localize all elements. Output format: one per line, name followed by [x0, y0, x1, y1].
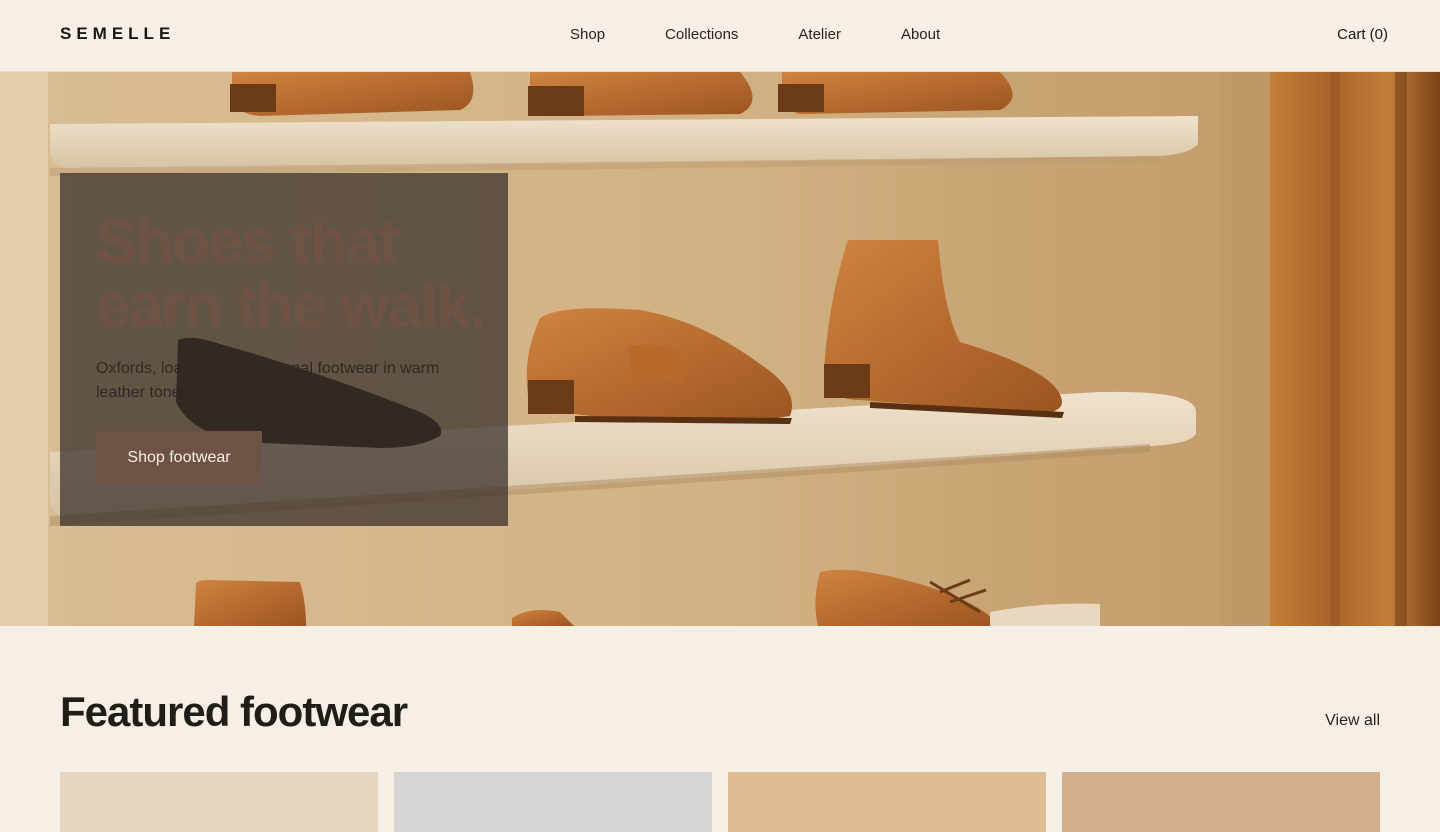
hero-section: Shoes that earn the walk. Oxfords, loafe…: [0, 72, 1440, 626]
hero-title: Shoes that earn the walk.: [96, 211, 496, 339]
brand-logo[interactable]: SEMELLE: [60, 24, 175, 44]
nav-link-atelier[interactable]: Atelier: [798, 26, 841, 43]
nav-link-collections[interactable]: Collections: [665, 26, 738, 43]
nav-link-about[interactable]: About: [901, 26, 940, 43]
featured-section-title: Featured footwear: [60, 688, 408, 735]
product-card-2-image[interactable]: [394, 772, 712, 832]
product-card-3-image[interactable]: [728, 772, 1046, 832]
cart-link[interactable]: Cart (0): [1337, 26, 1388, 43]
nav-link-shop[interactable]: Shop: [570, 26, 605, 43]
hero-text-panel: Shoes that earn the walk. Oxfords, loafe…: [60, 173, 508, 526]
main-nav: Shop Collections Atelier About: [570, 26, 940, 43]
hero-subtitle: Oxfords, loafers, and seasonal footwear …: [96, 360, 440, 401]
hero-title-line-1: Shoes that: [96, 208, 399, 277]
featured-product-grid: [60, 772, 1380, 832]
view-all-link[interactable]: View all: [1325, 712, 1380, 730]
product-card-1-image[interactable]: [60, 772, 378, 832]
hero-title-line-2: earn the walk.: [96, 272, 487, 341]
shop-footwear-button[interactable]: Shop footwear: [96, 431, 262, 485]
product-card-4-image[interactable]: [1062, 772, 1380, 832]
top-navigation-bar: SEMELLE Shop Collections Atelier About C…: [0, 0, 1440, 72]
